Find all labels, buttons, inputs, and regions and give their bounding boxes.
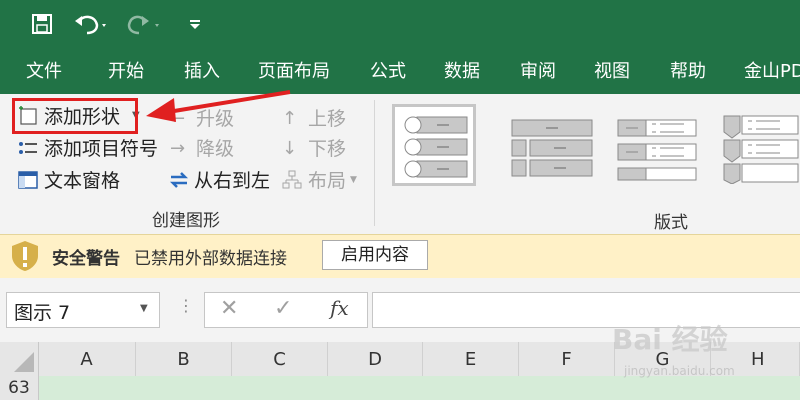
bullet-list-icon <box>18 138 40 158</box>
watermark-url: jingyan.baidu.com <box>624 364 735 378</box>
move-up-label: 上移 <box>308 108 347 130</box>
formula-input[interactable] <box>372 292 800 328</box>
add-bullet-button[interactable]: 添加项目符号 <box>18 134 158 161</box>
org-chart-icon <box>282 170 304 190</box>
layout-option-2[interactable] <box>508 104 598 184</box>
redo-icon[interactable] <box>124 10 164 38</box>
select-all-button[interactable] <box>0 342 39 376</box>
chevron-down-icon[interactable]: ▼ <box>140 303 148 314</box>
watermark-logo: Bai 经验 <box>612 323 728 356</box>
demote-button[interactable]: → 降级 <box>170 134 234 161</box>
menu-view[interactable]: 视图 <box>594 48 630 94</box>
customize-icon[interactable] <box>186 10 204 38</box>
row-header-63[interactable]: 63 <box>0 376 39 400</box>
layout-option-1[interactable] <box>392 104 476 186</box>
column-header-e[interactable]: E <box>423 342 519 376</box>
add-bullet-label: 添加项目符号 <box>44 138 159 160</box>
shield-warning-icon <box>10 240 40 276</box>
menu-data[interactable]: 数据 <box>444 48 480 94</box>
menu-kingsoft-pdf[interactable]: 金山PDF <box>744 48 800 94</box>
highlight-box <box>12 98 138 134</box>
arrow-down-icon: ↓ <box>282 137 298 159</box>
row-63[interactable] <box>0 376 800 400</box>
demote-label: 降级 <box>196 138 235 160</box>
layout-button[interactable]: 布局 ▼ <box>282 166 357 193</box>
column-header-b[interactable]: B <box>136 342 232 376</box>
chevron-down-icon: ▼ <box>350 174 357 185</box>
enable-content-button[interactable]: 启用内容 <box>322 240 428 270</box>
security-warning-title: 安全警告 <box>52 249 120 269</box>
menu-review[interactable]: 审阅 <box>520 48 556 94</box>
menu-home[interactable]: 开始 <box>108 48 144 94</box>
name-box-value: 图示 7 <box>14 302 71 324</box>
group-label-create-graphic: 创建图形 <box>152 211 220 231</box>
swap-direction-icon <box>168 170 190 190</box>
undo-icon[interactable] <box>72 10 108 38</box>
column-header-c[interactable]: C <box>232 342 328 376</box>
title-bar <box>0 0 800 48</box>
save-icon[interactable] <box>30 10 54 38</box>
arrow-right-icon: → <box>170 137 186 159</box>
insert-function-button[interactable]: fx <box>330 296 349 320</box>
text-pane-button[interactable]: 文本窗格 <box>18 166 120 193</box>
ribbon-divider <box>374 100 375 226</box>
column-header-a[interactable]: A <box>38 342 136 376</box>
column-header-d[interactable]: D <box>328 342 423 376</box>
layout-option-3[interactable] <box>614 104 704 184</box>
cancel-icon[interactable]: ✕ <box>220 296 238 321</box>
security-warning-message: 已禁用外部数据连接 <box>134 249 287 269</box>
right-to-left-button[interactable]: 从右到左 <box>168 166 270 193</box>
move-down-button[interactable]: ↓ 下移 <box>282 134 346 161</box>
layout-option-4[interactable] <box>720 104 800 185</box>
group-label-layouts: 版式 <box>654 213 688 233</box>
right-to-left-label: 从右到左 <box>194 170 271 192</box>
drag-handle-icon[interactable]: ⋮ <box>178 296 194 315</box>
menu-help[interactable]: 帮助 <box>670 48 706 94</box>
enter-icon[interactable]: ✓ <box>274 296 292 321</box>
text-pane-icon <box>18 170 40 190</box>
layout-label: 布局 <box>308 170 347 192</box>
move-down-label: 下移 <box>308 138 347 160</box>
menu-file[interactable]: 文件 <box>26 48 62 94</box>
text-pane-label: 文本窗格 <box>44 170 121 192</box>
annotation-arrow <box>146 90 291 122</box>
column-header-f[interactable]: F <box>519 342 615 376</box>
menu-formulas[interactable]: 公式 <box>370 48 406 94</box>
